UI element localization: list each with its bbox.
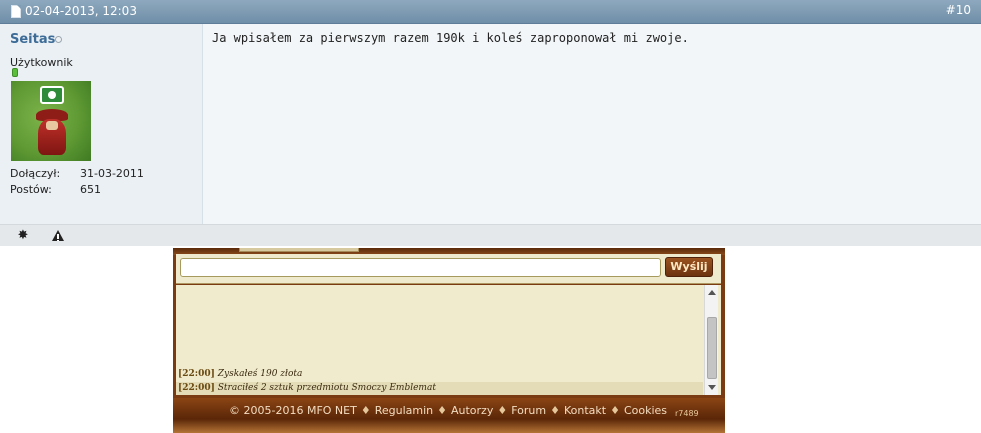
star-icon[interactable]: ✸	[15, 228, 31, 244]
scroll-thumb[interactable]	[707, 317, 717, 379]
avatar-face	[46, 121, 58, 130]
separator-icon: ♦	[550, 404, 560, 417]
footer-link-regulamin[interactable]: Regulamin	[375, 404, 433, 417]
log-line: [22:00] Zyskałeś 190 złota	[176, 368, 703, 381]
offline-status-icon	[55, 36, 62, 43]
username-link[interactable]: Seitas	[10, 32, 55, 47]
footer-link-autorzy[interactable]: Autorzy	[451, 404, 493, 417]
joined-label: Dołączył:	[10, 167, 61, 180]
post-number-link[interactable]: #10	[946, 3, 971, 17]
warning-icon[interactable]	[50, 228, 66, 244]
footer-link-forum[interactable]: Forum	[511, 404, 546, 417]
game-screenshot: Wyślij [22:00] Zyskałeś 190 złota [22:00…	[173, 248, 725, 433]
user-info-panel: Seitas Użytkownik Dołączył: 31-03-2011 P…	[0, 24, 203, 224]
scroll-down-icon[interactable]	[708, 385, 716, 390]
footer-link-cookies[interactable]: Cookies	[624, 404, 667, 417]
joined-value: 31-03-2011	[80, 167, 144, 180]
chat-log: [22:00] Zyskałeś 190 złota [22:00] Strac…	[176, 285, 721, 395]
send-button[interactable]: Wyślij	[665, 257, 713, 277]
warning-dot	[57, 240, 59, 241]
separator-icon: ♦	[497, 404, 508, 417]
document-icon	[11, 5, 21, 18]
separator-icon: ♦	[610, 404, 620, 417]
footer-link-kontakt[interactable]: Kontakt	[564, 404, 606, 417]
log-time: [22:00]	[178, 383, 215, 393]
warning-mark	[57, 234, 59, 239]
log-line: [22:00] Straciłeś 2 sztuk przedmiotu Smo…	[176, 382, 703, 395]
separator-icon: ♦	[360, 404, 371, 417]
log-text: Straciłeś 2 sztuk przedmiotu Smoczy Embl…	[214, 383, 436, 393]
user-title: Użytkownik	[10, 56, 73, 69]
game-top-tab	[239, 248, 359, 252]
post-body: Seitas Użytkownik Dołączył: 31-03-2011 P…	[0, 24, 981, 224]
avatar[interactable]	[11, 81, 91, 161]
post-header: 02-04-2013, 12:03 #10	[0, 0, 981, 24]
reputation-icon	[12, 68, 18, 77]
post-footer: ✸	[0, 224, 981, 246]
post-message: Ja wpisałem za pierwszym razem 190k i ko…	[212, 31, 689, 45]
chat-input[interactable]	[180, 258, 661, 277]
post-date: 02-04-2013, 12:03	[25, 4, 137, 18]
log-text: Zyskałeś 190 złota	[214, 369, 303, 379]
log-time: [22:00]	[178, 369, 215, 379]
footer-links: © 2005-2016 MFO NET ♦ Regulamin ♦ Autorzy ♦ Fo…	[229, 404, 667, 417]
chat-scrollbar[interactable]	[704, 285, 718, 395]
version-label: r7489	[675, 409, 699, 418]
posts-label: Postów:	[10, 183, 52, 196]
separator-icon: ♦	[437, 404, 447, 417]
copyright-text: © 2005-2016 MFO NET	[229, 404, 357, 417]
scroll-up-icon[interactable]	[708, 290, 716, 295]
posts-value: 651	[80, 183, 101, 196]
chat-input-panel: Wyślij	[176, 254, 721, 284]
game-footer: © 2005-2016 MFO NET ♦ Regulamin ♦ Autorzy ♦ Fo…	[173, 398, 725, 433]
badge-icon	[40, 86, 64, 104]
